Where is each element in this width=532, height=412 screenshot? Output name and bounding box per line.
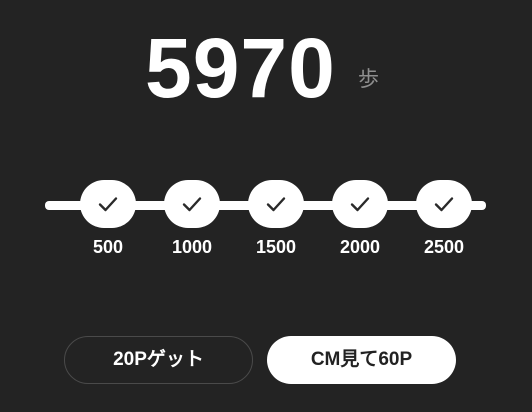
milestone-progress: 500 1000 1500 2000 2500 [0,170,532,270]
check-icon [434,197,454,212]
milestone-500: 500 [80,180,136,257]
milestone-check-badge [416,180,472,228]
check-icon [98,197,118,212]
check-icon [266,197,286,212]
milestone-1000: 1000 [164,180,220,257]
check-icon [182,197,202,212]
milestone-2000: 2000 [332,180,388,257]
milestone-check-badge [248,180,304,228]
check-icon [350,197,370,212]
step-count-unit: 歩 [358,67,379,91]
step-count-display: 5970 歩 [0,18,532,118]
get-points-button[interactable]: 20Pゲット [64,336,253,384]
milestone-1500: 1500 [248,180,304,257]
milestone-check-badge [80,180,136,228]
milestone-check-badge [164,180,220,228]
step-count-number: 5970 [145,21,336,115]
milestone-2500: 2500 [416,180,472,257]
milestone-label: 2500 [423,237,465,257]
milestone-check-badge [332,180,388,228]
watch-cm-button[interactable]: CM見て60P [267,336,456,384]
